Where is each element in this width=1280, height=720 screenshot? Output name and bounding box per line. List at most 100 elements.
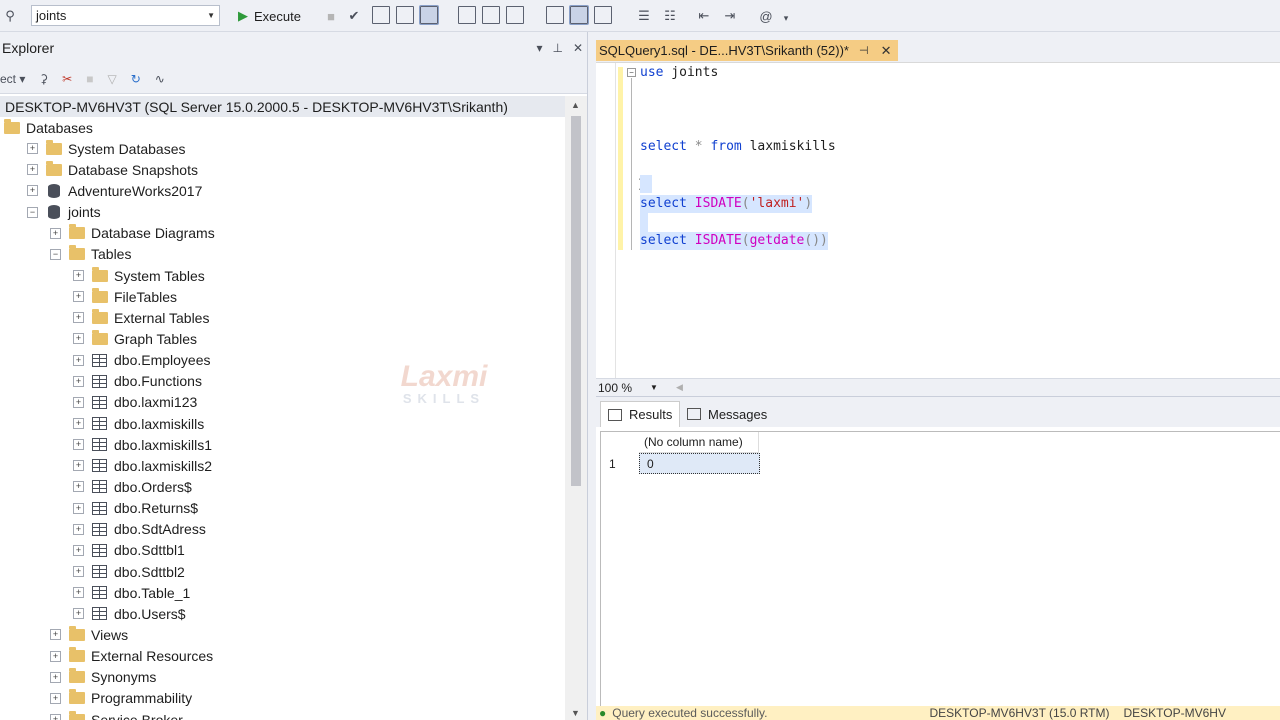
include-plan-icon[interactable] [419, 5, 439, 25]
expand-icon[interactable]: + [73, 270, 84, 282]
specify-values-icon[interactable]: @ [756, 6, 776, 26]
tab-results[interactable]: Results [600, 401, 681, 427]
results-to-text-icon[interactable] [546, 6, 564, 24]
stop-icon[interactable]: ■ [86, 72, 93, 86]
expand-icon[interactable]: + [50, 671, 61, 683]
live-stats-icon[interactable] [458, 6, 476, 24]
server-node[interactable]: DESKTOP-MV6HV3T (SQL Server 15.0.2000.5 … [0, 96, 566, 117]
disconnect-icon[interactable]: ✂ [62, 72, 72, 86]
pin-icon[interactable]: ⊥ [552, 41, 562, 55]
estimated-plan-icon[interactable] [372, 6, 390, 24]
expand-icon[interactable]: + [73, 608, 84, 620]
comment-lines-icon[interactable]: ☰ [634, 6, 654, 26]
tree-node[interactable]: − Tables [0, 244, 566, 265]
tree-node[interactable]: + dbo.Returns$ [0, 498, 566, 519]
expand-icon[interactable]: + [50, 227, 61, 239]
window-position-icon[interactable]: ▾ [536, 41, 542, 55]
sqlcmd-mode-icon[interactable] [506, 6, 524, 24]
tree-node[interactable]: + System Databases [0, 138, 566, 159]
decrease-indent-icon[interactable]: ⇤ [694, 6, 714, 26]
expand-icon[interactable]: + [73, 523, 84, 535]
tree-node[interactable]: + dbo.Sdttbl1 [0, 540, 566, 561]
expand-icon[interactable]: + [27, 164, 38, 176]
collapse-icon[interactable]: − [27, 206, 38, 218]
tree-node[interactable]: + External Resources [0, 646, 566, 667]
expand-icon[interactable]: + [73, 566, 84, 578]
expand-icon[interactable]: + [50, 650, 61, 662]
row-number[interactable]: 1 [601, 453, 639, 474]
expand-icon[interactable]: + [73, 418, 84, 430]
tree-node[interactable]: + Service Broker [0, 709, 566, 720]
expand-icon[interactable]: + [50, 629, 61, 641]
tab-sqlquery1[interactable]: SQLQuery1.sql - DE...HV3T\Srikanth (52))… [596, 40, 898, 61]
expand-icon[interactable]: + [73, 396, 84, 408]
parse-check-icon[interactable]: ✔ [344, 6, 364, 26]
expand-icon[interactable]: + [50, 692, 61, 704]
tree-node[interactable]: + dbo.laxmiskills2 [0, 455, 566, 476]
tree-node[interactable]: + Programmability [0, 688, 566, 709]
refresh-icon[interactable]: ↻ [131, 72, 141, 86]
expand-icon[interactable]: + [73, 587, 84, 599]
expand-icon[interactable]: + [73, 375, 84, 387]
tab-messages[interactable]: Messages [680, 401, 774, 427]
tree-node[interactable]: + External Tables [0, 307, 566, 328]
connect-plug-icon[interactable]: ⚳ [39, 72, 48, 86]
expand-icon[interactable]: + [73, 481, 84, 493]
tree-node[interactable]: Databases [0, 117, 566, 138]
expand-icon[interactable]: + [73, 354, 84, 366]
results-to-grid-icon[interactable] [569, 5, 589, 25]
object-explorer-scrollbar[interactable]: ▲ ▼ [565, 96, 587, 720]
tree-node[interactable]: + dbo.laxmiskills [0, 413, 566, 434]
uncomment-lines-icon[interactable]: ☷ [660, 6, 680, 26]
expand-icon[interactable]: + [50, 714, 61, 720]
tree-node[interactable]: + Synonyms [0, 667, 566, 688]
close-tab-icon[interactable]: ✕ [881, 43, 892, 59]
tree-node[interactable]: + Database Diagrams [0, 223, 566, 244]
expand-icon[interactable]: + [73, 502, 84, 514]
available-databases-select[interactable]: joints ▼ [31, 5, 220, 26]
tree-node[interactable]: + FileTables [0, 286, 566, 307]
collapse-region-icon[interactable]: − [627, 68, 636, 77]
expand-icon[interactable]: + [73, 333, 84, 345]
tree-node[interactable]: + AdventureWorks2017 [0, 180, 566, 201]
result-cell[interactable]: 0 [639, 453, 760, 474]
activity-monitor-icon[interactable]: ∿ [155, 72, 165, 86]
tree-node[interactable]: + dbo.Table_1 [0, 582, 566, 603]
tree-node[interactable]: + dbo.SdtAdress [0, 519, 566, 540]
filter-icon[interactable]: ▽ [107, 72, 116, 86]
cancel-query-icon[interactable]: ■ [321, 6, 341, 26]
expand-icon[interactable]: + [73, 460, 84, 472]
tree-node[interactable]: − joints [0, 202, 566, 223]
expand-icon[interactable]: + [27, 143, 38, 155]
toolbar-overflow-icon[interactable]: ▾ [776, 8, 796, 28]
scroll-up-icon[interactable]: ▲ [571, 100, 580, 110]
tree-node[interactable]: + dbo.Users$ [0, 603, 566, 624]
tree-node[interactable]: + Views [0, 624, 566, 645]
expand-icon[interactable]: + [73, 291, 84, 303]
execute-button[interactable]: ▶ Execute [238, 6, 301, 26]
column-header[interactable]: (No column name) [639, 432, 759, 453]
change-connection-icon[interactable]: ⚲ [0, 6, 20, 26]
tree-node[interactable]: + dbo.Orders$ [0, 476, 566, 497]
expand-icon[interactable]: + [73, 544, 84, 556]
tree-node[interactable]: + Graph Tables [0, 328, 566, 349]
scrollbar-thumb[interactable] [571, 116, 581, 486]
tree-node[interactable]: + System Tables [0, 265, 566, 286]
tree-node[interactable]: + dbo.laxmiskills1 [0, 434, 566, 455]
scroll-down-icon[interactable]: ▼ [571, 708, 580, 718]
connect-button[interactable]: ect ▾ [0, 72, 25, 86]
client-stats-icon[interactable] [482, 6, 500, 24]
tree-node[interactable]: + dbo.Sdttbl2 [0, 561, 566, 582]
results-to-file-icon[interactable] [594, 6, 612, 24]
horizontal-scroll-left-icon[interactable]: ◀ [676, 382, 683, 393]
query-editor[interactable]: − use joints select * from laxmiskills I… [596, 62, 1280, 379]
expand-icon[interactable]: + [73, 439, 84, 451]
increase-indent-icon[interactable]: ⇥ [720, 6, 740, 26]
tree-node[interactable]: + Database Snapshots [0, 159, 566, 180]
expand-icon[interactable]: + [27, 185, 38, 197]
query-designer-icon[interactable] [396, 6, 414, 24]
expand-icon[interactable]: + [73, 312, 84, 324]
pin-icon[interactable]: ⊣ [859, 44, 869, 57]
zoom-select[interactable]: 100 % ▼ [596, 381, 666, 395]
collapse-icon[interactable]: − [50, 248, 61, 260]
